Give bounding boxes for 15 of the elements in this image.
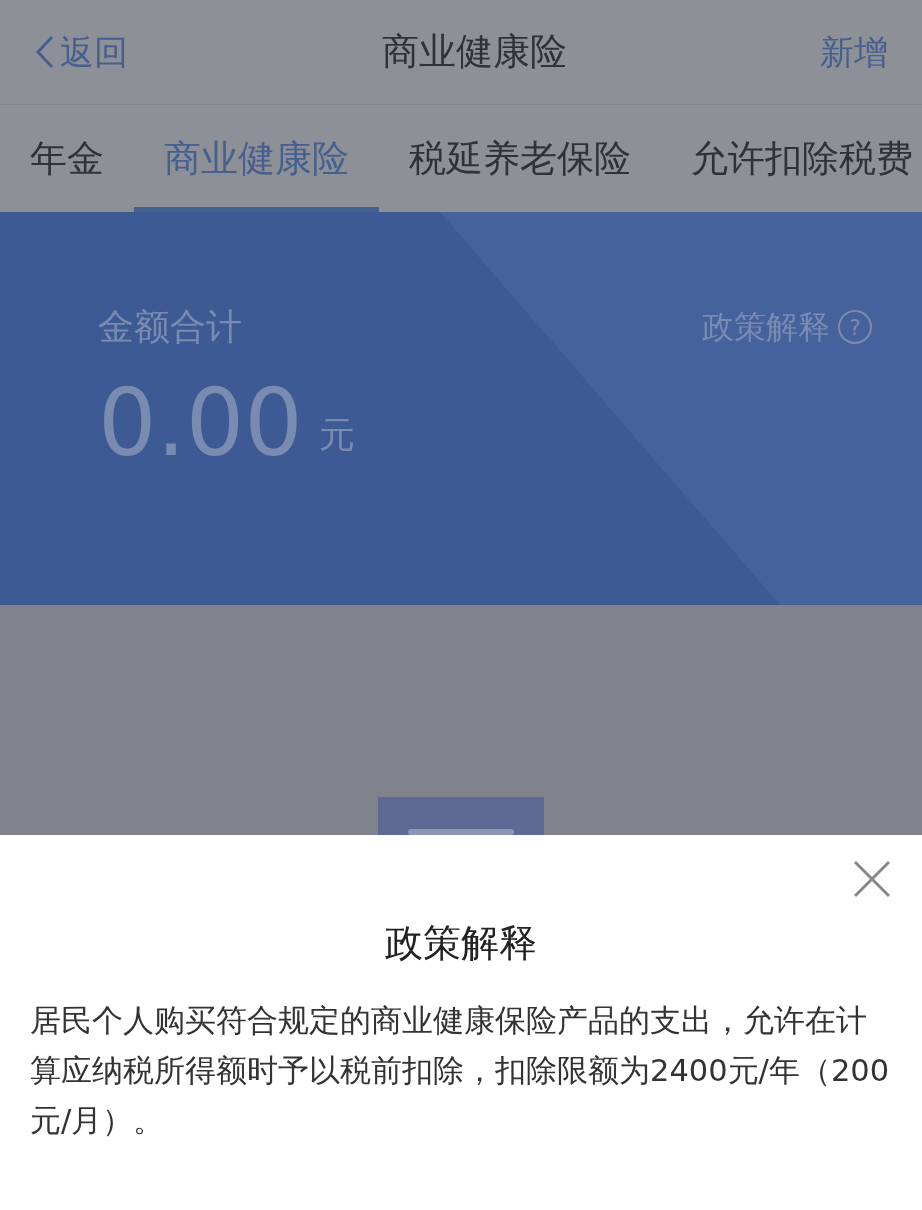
sheet-title: 政策解释 xyxy=(384,920,538,967)
policy-text: 居民个人购买符合规定的商业健康保险产品的支出，允许在计算应纳税所得额时予以税前扣除，扣除限额为2400元/年（200元/月）。 xyxy=(30,1002,891,1140)
close-icon[interactable] xyxy=(852,859,892,899)
page-title: 商业健康险 xyxy=(381,29,567,76)
back-button[interactable]: 返回 xyxy=(34,26,128,78)
currency-unit: 元 xyxy=(318,413,355,457)
help-icon: ? xyxy=(838,310,872,344)
add-button[interactable]: 新增 xyxy=(820,26,888,78)
tab[interactable]: 税延养老保险 xyxy=(379,105,661,212)
tab[interactable]: 允许扣除税费 xyxy=(661,105,922,212)
back-chevron-icon xyxy=(34,34,56,70)
tab[interactable]: 年金 xyxy=(0,105,134,212)
illustration-icon xyxy=(378,797,544,835)
total-amount: 0.00 xyxy=(98,378,303,470)
total-label: 金额合计 xyxy=(98,305,242,349)
